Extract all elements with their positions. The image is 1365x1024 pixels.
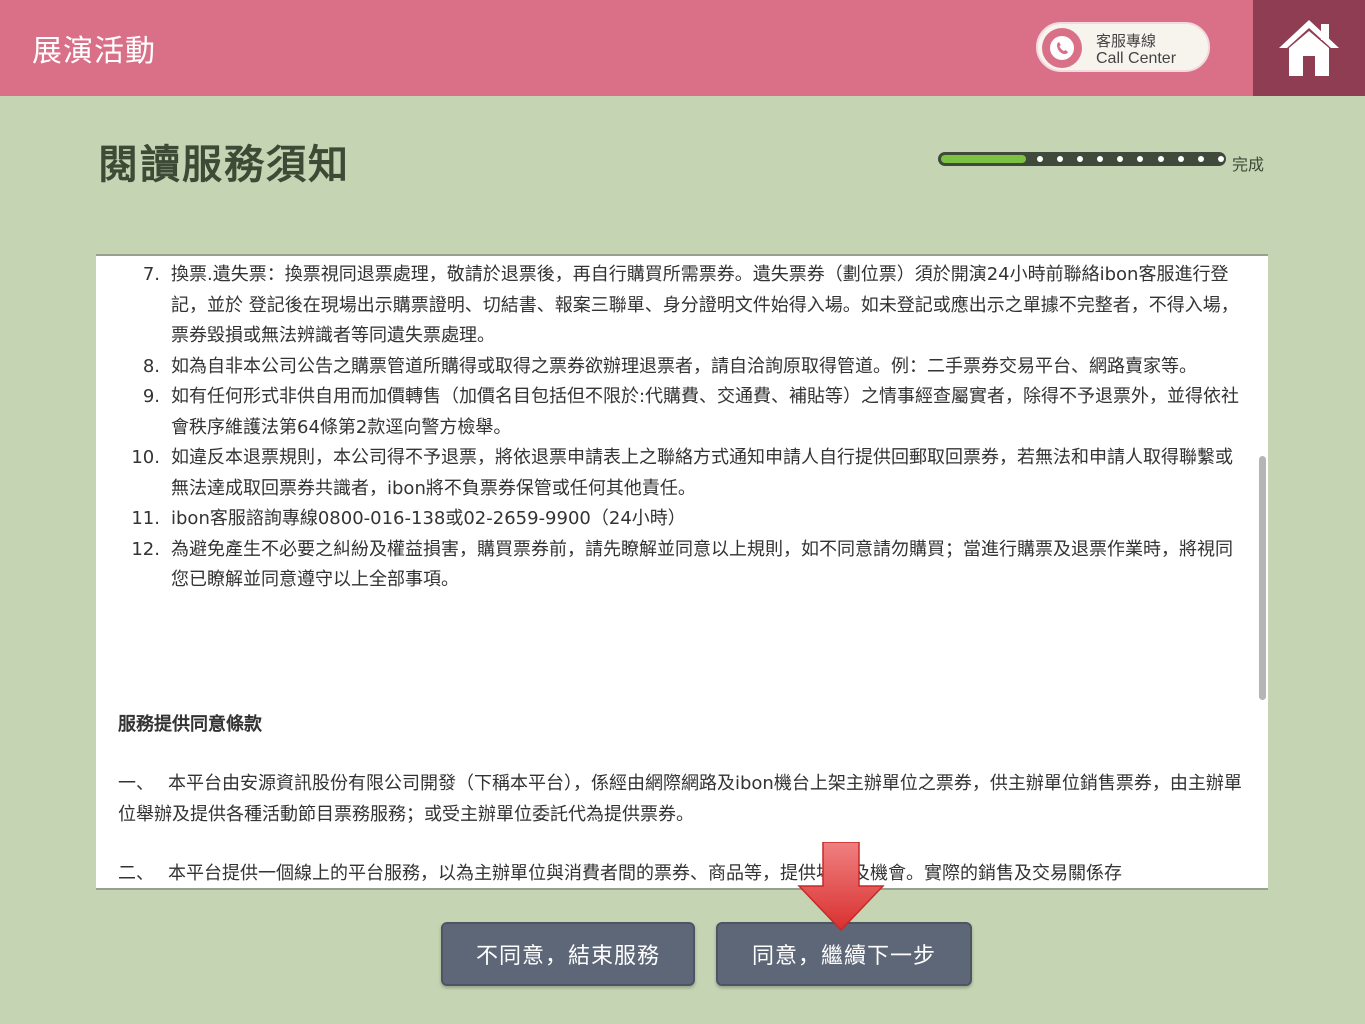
item-number: 7. — [142, 264, 160, 285]
list-item: 8. 如為自非本公司公告之購票管道所購得或取得之票券欲辦理退票者，請自洽詢原取得… — [96, 352, 1246, 383]
progress-dot — [1198, 156, 1204, 162]
progress-dot — [1057, 156, 1063, 162]
item-text: 如違反本退票規則，本公司得不予退票，將依退票申請表上之聯絡方式通知申請人自行提供… — [171, 447, 1233, 499]
progress-dot — [1178, 156, 1184, 162]
progress-label: 完成 — [1232, 155, 1265, 174]
page-title: 閱讀服務須知 — [98, 142, 350, 188]
phone-icon — [1042, 28, 1082, 68]
call-center-label: 客服專線 — [1096, 32, 1157, 50]
item-number: 12. — [131, 538, 160, 560]
list-item: 9. 如有任何形式非供自用而加價轉售（加價名目包括但不限於:代購費、交通費、補貼… — [96, 382, 1246, 443]
clause-item: 二、 本平台提供一個線上的平台服務，以為主辦單位與消費者間的票券、商品等，提供場所… — [118, 858, 1248, 888]
progress-dot — [1218, 156, 1224, 162]
item-text: 如有任何形式非供自用而加價轉售（加價名目包括但不限於:代購費、交通費、補貼等）之… — [171, 386, 1240, 438]
arrow-down-icon — [797, 842, 885, 932]
app-title: 展演活動 — [32, 34, 156, 69]
list-item: 7. 換票.遺失票：換票視同退票處理，敬請於退票後，再自行購買所需票券。遺失票券… — [96, 260, 1246, 352]
clause-number: 一、 — [118, 773, 154, 794]
home-icon — [1279, 20, 1339, 76]
terms-content[interactable]: 7. 換票.遺失票：換票視同退票處理，敬請於退票後，再自行購買所需票券。遺失票券… — [96, 254, 1268, 890]
item-text: 如為自非本公司公告之購票管道所購得或取得之票券欲辦理退票者，請自洽詢原取得管道。… — [171, 355, 1197, 377]
item-text: ibon客服諮詢專線0800-016-138或02-2659-9900（24小時… — [171, 508, 686, 529]
clause-item: 一、 本平台由安源資訊股份有限公司開發（下稱本平台），係經由網際網路及ibon機台… — [118, 768, 1248, 830]
progress-dot — [1158, 156, 1164, 162]
progress-dot — [1077, 156, 1083, 162]
progress-dot — [1117, 156, 1123, 162]
clause-text: 本平台由安源資訊股份有限公司開發（下稱本平台），係經由網際網路及ibon機台上架… — [118, 773, 1242, 825]
clause-text: 本平台提供一個線上的平台服務，以為主辦單位與消費者間的票券、商品等，提供場所及機… — [168, 863, 1122, 884]
item-text: 換票.遺失票：換票視同退票處理，敬請於退票後，再自行購買所需票券。遺失票券（劃位… — [171, 264, 1239, 346]
scrollbar-thumb[interactable] — [1259, 456, 1266, 700]
list-item: 11. ibon客服諮詢專線0800-016-138或02-2659-9900（… — [96, 504, 1246, 535]
list-item: 12. 為避免產生不必要之糾紛及權益損害，購買票券前，請先瞭解並同意以上規則，如… — [96, 535, 1246, 596]
progress-fill — [941, 155, 1026, 163]
call-center-label-en: Call Center — [1096, 50, 1177, 67]
item-text: 為避免產生不必要之糾紛及權益損害，購買票券前，請先瞭解並同意以上規則，如不同意請… — [171, 538, 1233, 591]
section-heading: 服務提供同意條款 — [118, 714, 262, 735]
progress-dot — [1137, 156, 1143, 162]
item-number: 8. — [142, 355, 160, 377]
item-number: 9. — [142, 386, 160, 407]
rules-list: 7. 換票.遺失票：換票視同退票處理，敬請於退票後，再自行購買所需票券。遺失票券… — [96, 260, 1246, 596]
progress-bar — [938, 152, 1228, 168]
disagree-button[interactable]: 不同意，結束服務 — [441, 922, 695, 986]
item-number: 11. — [131, 508, 160, 529]
progress-dot — [1037, 156, 1043, 162]
header-bar: 展演活動 客服專線 Call Center — [0, 0, 1365, 96]
progress-dot — [1097, 156, 1103, 162]
item-number: 10. — [131, 447, 160, 468]
list-item: 10. 如違反本退票規則，本公司得不予退票，將依退票申請表上之聯絡方式通知申請人… — [96, 443, 1246, 504]
clause-number: 二、 — [118, 863, 154, 884]
home-button[interactable] — [1253, 0, 1365, 96]
call-center-button[interactable]: 客服專線 Call Center — [1036, 22, 1210, 72]
